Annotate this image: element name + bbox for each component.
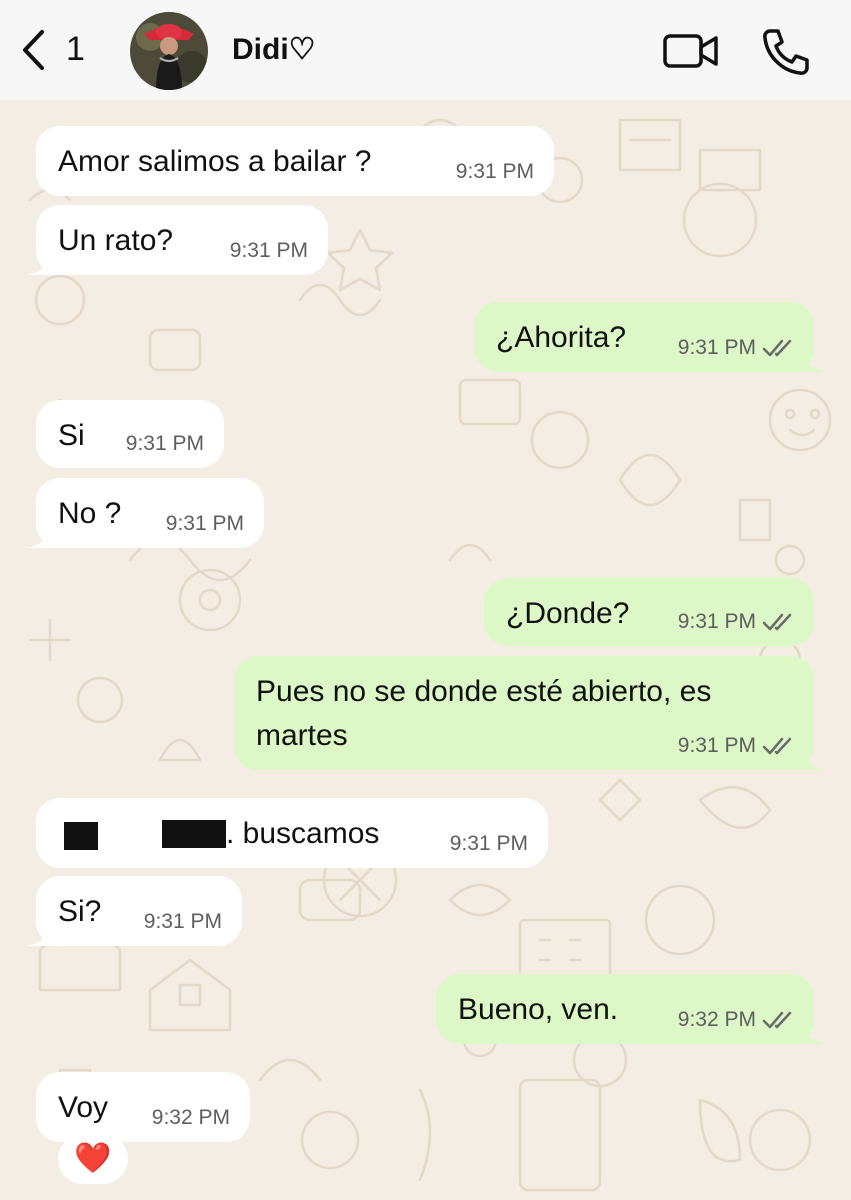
message-text: ¿Donde?	[506, 597, 630, 630]
message-text: Un rato?	[58, 224, 174, 257]
message-bubble-outgoing[interactable]: ¿Ahorita? 9:31 PM	[474, 302, 826, 372]
message-bubble-outgoing[interactable]: Pues no se donde esté abierto, es martes…	[234, 656, 826, 770]
redaction-block	[162, 820, 226, 848]
message-text: . buscamos	[226, 817, 380, 850]
message-timestamp: 9:31 PM	[677, 336, 756, 359]
message-timestamp: 9:31 PM	[677, 610, 756, 633]
heart-reaction-icon[interactable]: ❤️	[58, 1134, 128, 1184]
message-timestamp: 9:31 PM	[677, 734, 756, 757]
avatar-photo	[130, 12, 208, 90]
message-text: ¿Ahorita?	[496, 321, 627, 354]
chat-header: 1 Didi♡	[0, 0, 851, 100]
message-timestamp: 9:31 PM	[143, 910, 222, 933]
message-bubble-outgoing[interactable]: ¿Donde? 9:31 PM	[484, 578, 814, 646]
message-text: Si	[58, 419, 85, 452]
read-receipt-icon	[762, 1011, 792, 1029]
bubble-tail	[796, 746, 826, 770]
message-bubble-incoming[interactable]: Si? 9:31 PM	[26, 876, 242, 946]
message-timestamp: 9:31 PM	[165, 512, 244, 535]
video-camera-icon	[663, 34, 718, 68]
message-timestamp: 9:31 PM	[455, 160, 534, 183]
message-bubble-incoming[interactable]: . buscamos 9:31 PM	[36, 798, 548, 868]
message-bubble-incoming[interactable]: Un rato? 9:31 PM	[26, 205, 328, 275]
message-timestamp: 9:32 PM	[677, 1008, 756, 1031]
bubble-tail	[26, 251, 56, 275]
message-bubble-outgoing[interactable]: Bueno, ven. 9:32 PM	[436, 974, 826, 1044]
phone-icon	[763, 29, 809, 75]
bubble-tail	[796, 348, 826, 372]
avatar[interactable]	[130, 12, 208, 90]
message-timestamp: 9:32 PM	[151, 1106, 230, 1129]
read-receipt-icon	[762, 339, 792, 357]
back-chevron-icon	[23, 30, 44, 70]
read-receipt-icon	[762, 737, 792, 755]
video-call-button[interactable]	[660, 28, 722, 74]
voice-call-button[interactable]	[758, 24, 814, 80]
bubble-tail	[796, 1020, 826, 1044]
bubble-tail	[26, 922, 56, 946]
message-text: No ?	[58, 497, 122, 530]
message-text: Amor salimos a bailar ?	[58, 145, 372, 178]
read-receipt-icon	[762, 613, 792, 631]
message-bubble-incoming[interactable]: Si 9:31 PM	[36, 400, 224, 468]
message-text: Bueno, ven.	[458, 993, 619, 1026]
message-timestamp: 9:31 PM	[229, 239, 308, 262]
message-timestamp: 9:31 PM	[449, 832, 528, 855]
message-bubble-incoming[interactable]: Voy 9:32 PM	[36, 1072, 250, 1142]
message-text: Si?	[58, 895, 102, 928]
back-button[interactable]: 1	[14, 22, 94, 78]
message-text: Voy	[58, 1091, 109, 1124]
contact-name[interactable]: Didi♡	[232, 32, 316, 67]
unread-count: 1	[66, 30, 85, 68]
message-timestamp: 9:31 PM	[125, 432, 204, 455]
bubble-tail	[26, 524, 56, 548]
redaction-block	[64, 822, 98, 850]
message-bubble-incoming[interactable]: Amor salimos a bailar ? 9:31 PM	[36, 126, 554, 196]
message-bubble-incoming[interactable]: No ? 9:31 PM	[26, 478, 264, 548]
